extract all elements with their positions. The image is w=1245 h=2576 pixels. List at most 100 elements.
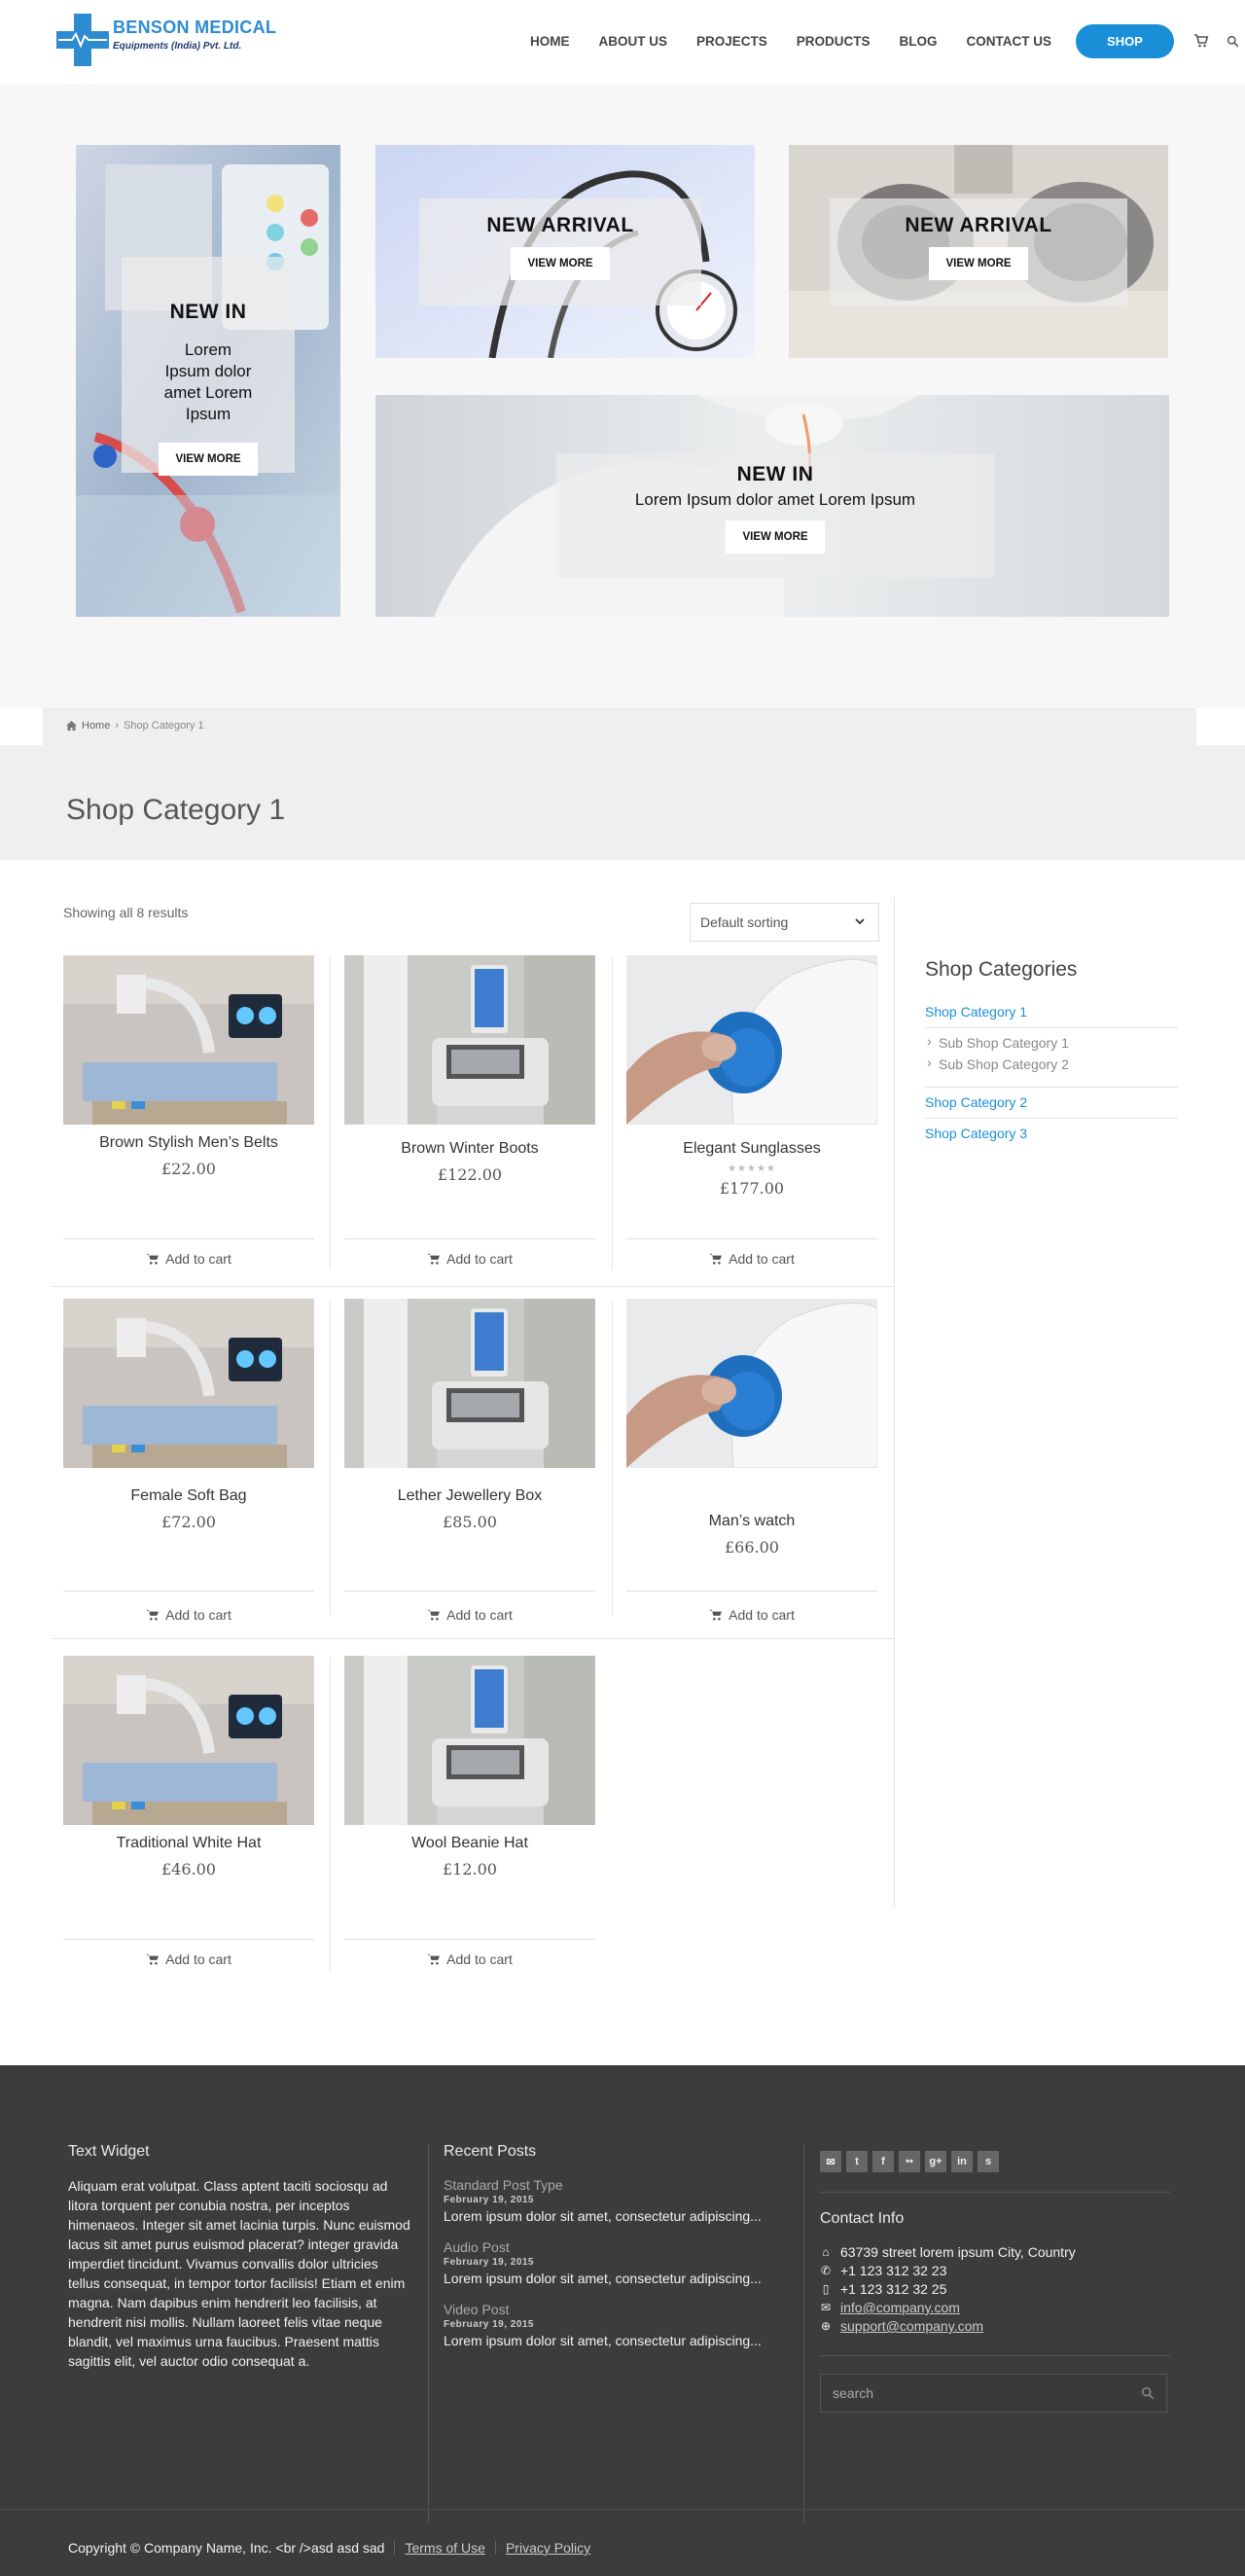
product-image[interactable] [63,955,314,1125]
product-image[interactable] [626,1299,877,1468]
product-card[interactable]: Brown Winter Boots £122.00 Add to cart [344,955,595,1267]
contact-mobile: ▯ +1 123 312 32 25 [820,2280,1170,2299]
nav-contact-us[interactable]: CONTACT US [967,34,1052,49]
nav-about-us[interactable]: ABOUT US [599,34,668,49]
product-name[interactable]: Elegant Sunglasses [626,1140,877,1158]
recent-post[interactable]: Audio Post February 19, 2015 Lorem ipsum… [444,2238,803,2287]
site-logo[interactable]: BENSON MEDICAL Equipments (India) Pvt. L… [56,14,276,66]
product-image[interactable] [344,955,595,1125]
sort-select[interactable]: Default sorting [690,903,879,942]
product-card[interactable]: Brown Stylish Men’s Belts £22.00 Add to ca… [63,955,314,1267]
promo-tile-new-arrival[interactable]: NEW ARRIVAL VIEW MORE [375,145,755,358]
flickr-icon[interactable]: •• [899,2151,920,2172]
cart-icon[interactable] [1193,33,1209,49]
add-to-cart-button[interactable]: Add to cart [344,1951,595,1967]
sidebar-subitem[interactable]: Sub Shop Category 1 [925,1032,1178,1054]
product-card[interactable]: Man’s watch £66.00 Add to cart [626,1299,877,1623]
nav-blog[interactable]: BLOG [900,34,938,49]
search-placeholder: search [833,2385,874,2401]
view-more-button[interactable]: VIEW MORE [159,443,258,476]
privacy-link[interactable]: Privacy Policy [506,2540,590,2556]
contact-support-link[interactable]: support@company.com [840,2317,983,2336]
sort-selected-value: Default sorting [700,914,789,930]
product-price: £85.00 [443,1513,497,1531]
promo-tile-new-in[interactable]: NEW IN Lorem Ipsum dolor amet Lorem Ipsu… [76,145,340,617]
product-image[interactable] [63,1656,314,1825]
add-to-cart-button[interactable]: Add to cart [63,1607,314,1623]
product-name[interactable]: Female Soft Bag [63,1487,314,1505]
sidebar-item-shop-category-3[interactable]: Shop Category 3 [925,1119,1178,1149]
product-image[interactable] [63,1299,314,1468]
sidebar-item-shop-category-1[interactable]: Shop Category 1 [925,997,1178,1028]
social-links: ✉ t f •• g+ in s [820,2151,1170,2172]
add-to-cart-label: Add to cart [165,1607,231,1623]
add-to-cart-button[interactable]: Add to cart [63,1951,314,1967]
product-image[interactable] [344,1299,595,1468]
sidebar-subitem[interactable]: Sub Shop Category 2 [925,1054,1178,1075]
add-to-cart-label: Add to cart [446,1251,513,1267]
product-name[interactable]: Man’s watch [626,1513,877,1530]
product-name[interactable]: Lether Jewellery Box [344,1487,595,1505]
product-name[interactable]: Wool Beanie Hat [344,1835,595,1852]
view-more-button[interactable]: VIEW MORE [929,247,1028,280]
divider [626,1591,877,1592]
home-icon[interactable] [66,721,77,731]
view-more-button[interactable]: VIEW MORE [511,247,610,280]
view-more-button[interactable]: VIEW MORE [726,520,825,554]
product-name[interactable]: Brown Stylish Men’s Belts [63,1134,314,1152]
promo-overlay: NEW IN Lorem Ipsum dolor amet Lorem Ipsu… [556,453,994,578]
footer-divider [803,2143,804,2522]
product-image[interactable] [344,1656,595,1825]
promo-heading: NEW IN [169,301,247,323]
product-name[interactable]: Brown Winter Boots [344,1140,595,1158]
post-title[interactable]: Video Post [444,2301,803,2318]
contact-email-link[interactable]: info@company.com [840,2299,960,2317]
email-icon[interactable]: ✉ [820,2151,841,2172]
breadcrumb-current: Shop Category 1 [124,720,204,732]
add-to-cart-label: Add to cart [729,1251,795,1267]
promo-heading: NEW IN [736,463,814,485]
terms-link[interactable]: Terms of Use [405,2540,484,2556]
add-to-cart-button[interactable]: Add to cart [626,1251,877,1267]
nav-products[interactable]: PRODUCTS [797,34,871,49]
result-count: Showing all 8 results [63,905,189,920]
google-plus-icon[interactable]: g+ [925,2151,946,2172]
breadcrumb-home[interactable]: Home [82,720,110,732]
linkedin-icon[interactable]: in [951,2151,973,2172]
product-image[interactable] [626,955,877,1125]
twitter-icon[interactable]: t [846,2151,868,2172]
search-icon[interactable] [1227,35,1239,48]
skype-icon[interactable]: s [978,2151,999,2172]
promo-tile-new-in-wide[interactable]: NEW IN Lorem Ipsum dolor amet Lorem Ipsu… [375,395,1169,617]
product-card[interactable]: Elegant Sunglasses ★★★★★ £177.00 Add to car… [626,955,877,1267]
add-to-cart-button[interactable]: Add to cart [63,1251,314,1267]
recent-post[interactable]: Standard Post Type February 19, 2015 Lor… [444,2176,803,2225]
nav-projects[interactable]: PROJECTS [696,34,767,49]
search-icon[interactable] [1141,2386,1155,2400]
add-to-cart-button[interactable]: Add to cart [626,1607,877,1623]
promo-tile-new-arrival-2[interactable]: NEW ARRIVAL VIEW MORE [789,145,1168,358]
page-title: Shop Category 1 [66,794,286,826]
nav-home[interactable]: HOME [530,34,570,49]
mobile-icon: ▯ [822,2282,830,2296]
product-card[interactable]: Wool Beanie Hat £12.00 Add to cart [344,1656,595,1967]
breadcrumb: Home › Shop Category 1 [43,708,1196,745]
footer-divider [0,2509,1245,2510]
product-card[interactable]: Female Soft Bag £72.00 Add to cart [63,1299,314,1623]
product-name[interactable]: Traditional White Hat [63,1835,314,1852]
footer-heading: Recent Posts [444,2143,537,2160]
post-title[interactable]: Audio Post [444,2238,803,2256]
page: BENSON MEDICAL Equipments (India) Pvt. L… [0,0,1245,2576]
product-card[interactable]: Lether Jewellery Box £85.00 Add to cart [344,1299,595,1623]
product-card[interactable]: Traditional White Hat £46.00 Add to cart [63,1656,314,1967]
sidebar-item-shop-category-2[interactable]: Shop Category 2 [925,1088,1178,1119]
add-to-cart-button[interactable]: Add to cart [344,1607,595,1623]
footer-search-input[interactable]: search [820,2374,1167,2413]
add-to-cart-button[interactable]: Add to cart [344,1251,595,1267]
product-price: £46.00 [161,1860,216,1878]
main-nav: HOME ABOUT US PROJECTS PRODUCTS BLOG CON… [516,23,1239,58]
recent-post[interactable]: Video Post February 19, 2015 Lorem ipsum… [444,2301,803,2349]
post-title[interactable]: Standard Post Type [444,2176,803,2194]
shop-button[interactable]: SHOP [1076,23,1174,58]
facebook-icon[interactable]: f [872,2151,894,2172]
